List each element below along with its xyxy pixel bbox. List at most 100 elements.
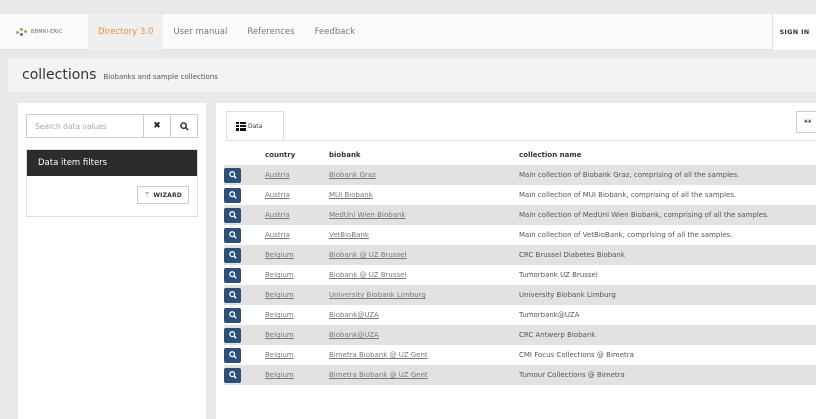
column-header-country[interactable]: country — [265, 145, 329, 165]
biobank-link[interactable]: MUI Biobank — [329, 191, 373, 199]
biobank-link[interactable]: University Biobank Limburg — [329, 291, 426, 299]
biobank-link[interactable]: Bimetra Biobank @ UZ Gent — [329, 351, 428, 359]
nav-tab-feedback[interactable]: Feedback — [305, 14, 365, 50]
collection-name: Main collection of VetBioBank, comprisin… — [519, 225, 816, 245]
table-row: Austria MedUni Wien Biobank Main collect… — [224, 205, 816, 225]
tab-data-label: Data — [248, 122, 263, 130]
wizard-button[interactable]: ⚚ WIZARD — [136, 186, 189, 204]
header-spacer — [224, 145, 265, 165]
view-row-button[interactable] — [224, 167, 241, 183]
bbmri-logo[interactable]: BBMRI-ERIC — [16, 27, 80, 37]
search-icon — [228, 351, 237, 359]
country-link[interactable]: Belgium — [265, 351, 294, 359]
data-table: country biobank collection name Austria … — [224, 145, 816, 385]
main-panel: Data ↔ country biobank collection name A… — [216, 103, 816, 419]
table-row: Belgium Biobank@UZA CRC Antwerp Biobank — [224, 325, 816, 345]
search-icon — [179, 121, 189, 131]
search-icon — [228, 211, 237, 219]
collapse-button[interactable]: ↔ — [796, 111, 816, 133]
page-header: collections Biobanks and sample collecti… — [8, 58, 816, 92]
search-button[interactable] — [171, 114, 198, 138]
biobank-link[interactable]: VetBioBank — [329, 231, 369, 239]
view-row-button[interactable] — [224, 187, 241, 203]
country-link[interactable]: Belgium — [265, 291, 294, 299]
country-link[interactable]: Austria — [265, 171, 290, 179]
search-icon — [228, 331, 237, 339]
tab-divider — [226, 140, 816, 141]
view-row-button[interactable] — [224, 347, 241, 363]
search-icon — [228, 291, 237, 299]
country-link[interactable]: Belgium — [265, 311, 294, 319]
table-row: Belgium Biobank @ UZ Brussel Tumorbank U… — [224, 265, 816, 285]
collection-name: Main collection of MedUni Wien Biobank, … — [519, 205, 816, 225]
view-row-button[interactable] — [224, 367, 241, 383]
page-title: collections — [22, 67, 97, 83]
magic-wand-icon: ⚚ — [143, 191, 151, 199]
logo-text: BBMRI-ERIC — [31, 28, 63, 35]
search-icon — [228, 191, 237, 199]
top-navbar: BBMRI-ERIC Directory 3.0 User manual Ref… — [0, 13, 816, 50]
nav-tab-directory[interactable]: Directory 3.0 — [88, 13, 164, 50]
collection-name: Main collection of Biobank Graz, compris… — [519, 165, 816, 185]
search-icon — [228, 231, 237, 239]
view-row-button[interactable] — [224, 327, 241, 343]
biobank-link[interactable]: Biobank@UZA — [329, 331, 379, 339]
collection-name: CRC Antwerp Biobank — [519, 325, 816, 345]
arrow-left-icon: ↔ — [804, 117, 812, 127]
search-icon — [228, 271, 237, 279]
country-link[interactable]: Belgium — [265, 271, 294, 279]
country-link[interactable]: Austria — [265, 211, 290, 219]
biobank-link[interactable]: Biobank @ UZ Brussel — [329, 251, 406, 259]
table-row: Belgium Bimetra Biobank @ UZ Gent CMI Fo… — [224, 345, 816, 365]
biobank-link[interactable]: Biobank Graz — [329, 171, 376, 179]
table-header-row: country biobank collection name — [224, 145, 816, 165]
collection-name: CRC Brussel Diabetes Biobank — [519, 245, 816, 265]
biobank-link[interactable]: Bimetra Biobank @ UZ Gent — [329, 371, 428, 379]
collection-name: Tumorbank UZ Brussel — [519, 265, 816, 285]
table-row: Austria Biobank Graz Main collection of … — [224, 165, 816, 185]
country-link[interactable]: Belgium — [265, 251, 294, 259]
clear-search-button[interactable]: ✖ — [144, 114, 171, 138]
column-header-biobank[interactable]: biobank — [329, 145, 519, 165]
search-icon — [228, 371, 237, 379]
view-row-button[interactable] — [224, 307, 241, 323]
view-row-button[interactable] — [224, 207, 241, 223]
filters-title: Data item filters — [27, 150, 197, 176]
table-grid-icon — [236, 121, 246, 131]
search-row: ✖ — [26, 114, 198, 138]
sign-in-button[interactable]: SIGN IN — [772, 14, 816, 50]
sidebar: ✖ Data item filters ⚚ WIZARD — [18, 103, 206, 419]
nav-tab-references[interactable]: References — [237, 14, 304, 50]
search-icon — [228, 311, 237, 319]
view-row-button[interactable] — [224, 267, 241, 283]
nav-tab-user-manual[interactable]: User manual — [163, 14, 237, 50]
view-row-button[interactable] — [224, 247, 241, 263]
collection-name: Main collection of MUI Biobank, comprisi… — [519, 185, 816, 205]
logo-mark-icon — [16, 27, 28, 37]
search-icon — [228, 171, 237, 179]
close-icon: ✖ — [153, 121, 161, 131]
collection-name: University Biobank Limburg — [519, 285, 816, 305]
wizard-label: WIZARD — [153, 191, 182, 199]
collection-name: CMI Focus Collections @ Bimetra — [519, 345, 816, 365]
tab-data[interactable]: Data — [226, 111, 284, 141]
collection-name: Tumorbank@UZA — [519, 305, 816, 325]
view-row-button[interactable] — [224, 227, 241, 243]
country-link[interactable]: Austria — [265, 191, 290, 199]
biobank-link[interactable]: Biobank @ UZ Brussel — [329, 271, 406, 279]
column-header-collection-name[interactable]: collection name — [519, 145, 816, 165]
biobank-link[interactable]: Biobank@UZA — [329, 311, 379, 319]
table-row: Belgium Bimetra Biobank @ UZ Gent Tumour… — [224, 365, 816, 385]
table-row: Austria MUI Biobank Main collection of M… — [224, 185, 816, 205]
country-link[interactable]: Belgium — [265, 371, 294, 379]
table-row: Belgium Biobank @ UZ Brussel CRC Brussel… — [224, 245, 816, 265]
table-row: Austria VetBioBank Main collection of Ve… — [224, 225, 816, 245]
biobank-link[interactable]: MedUni Wien Biobank — [329, 211, 405, 219]
table-row: Belgium University Biobank Limburg Unive… — [224, 285, 816, 305]
search-input[interactable] — [26, 114, 144, 138]
view-row-button[interactable] — [224, 287, 241, 303]
country-link[interactable]: Belgium — [265, 331, 294, 339]
country-link[interactable]: Austria — [265, 231, 290, 239]
search-icon — [228, 251, 237, 259]
collection-name: Tumour Collections @ Bimetra — [519, 365, 816, 385]
